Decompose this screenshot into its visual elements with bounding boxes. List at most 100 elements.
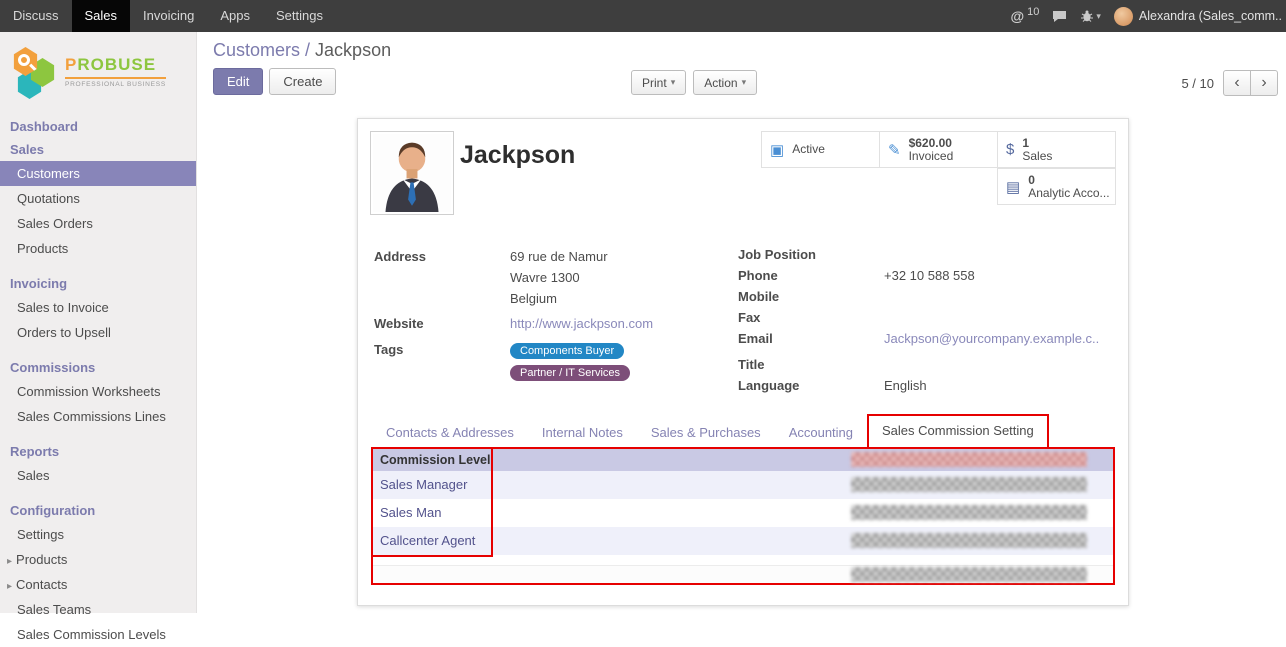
person-avatar-image [373,134,451,212]
menu-discuss[interactable]: Discuss [0,0,72,32]
mention-count: 10 [1027,6,1039,18]
redacted-cell [851,567,1087,582]
redacted-cell [851,533,1087,548]
sidebar-section-sales[interactable]: Sales [0,138,196,161]
probuse-logo: PROBUSE PROFESSIONAL BUSINESS [0,32,196,107]
action-dropdown-button[interactable]: Action▾ [693,70,757,95]
breadcrumb-customers-link[interactable]: Customers [213,40,300,60]
right-field-group: Job Position Phone +32 10 588 558 Mobile… [738,247,1116,399]
menu-settings[interactable]: Settings [263,0,336,32]
create-button[interactable]: Create [269,68,336,95]
redacted-cell [851,505,1087,520]
stat-buttons: ▣ Active ✎ $620.00Invoiced $ 1Sales ▤ 0A… [758,131,1116,205]
address-country: Belgium [510,291,608,306]
address-city: Wavre 1300 [510,270,608,285]
stat-label: Sales [1022,150,1052,163]
pager-buttons: ‹ › [1223,70,1278,96]
table-footer-row [373,565,1113,583]
email-link[interactable]: Jackpson@yourcompany.example.c.. [884,331,1099,348]
language-field: Language English [738,378,1116,395]
sidebar-section-invoicing[interactable]: Invoicing [0,272,196,295]
sidebar-item-commission-worksheets[interactable]: Commission Worksheets [0,379,196,404]
print-label: Print [642,76,667,90]
table-row-sales-manager[interactable]: Sales Manager [373,471,1113,499]
customer-photo[interactable] [370,131,454,215]
email-field: Email Jackpson@yourcompany.example.c.. [738,331,1116,348]
sidebar-section-configuration[interactable]: Configuration [0,499,196,522]
menu-sales[interactable]: Sales [72,0,131,32]
address-field: Address 69 rue de Namur Wavre 1300 Belgi… [374,249,722,312]
address-label: Address [374,249,510,312]
mobile-field: Mobile [738,289,1116,306]
sales-stat-button[interactable]: $ 1Sales [997,131,1116,168]
title-field: Title [738,357,1116,374]
breadcrumb-current: Jackpson [315,40,391,60]
tab-sales-commission-setting[interactable]: Sales Commission Setting [867,414,1049,449]
sidebar-item-config-contacts[interactable]: ▸Contacts [0,572,196,597]
mentions-counter[interactable]: @ 10 [1010,8,1039,24]
messages-icon[interactable] [1052,10,1067,23]
redacted-cell [851,477,1087,492]
sidebar-item-sales-commissions-lines[interactable]: Sales Commissions Lines [0,404,196,429]
language-label: Language [738,378,884,395]
menu-invoicing[interactable]: Invoicing [130,0,207,32]
sidebar-item-sales-teams[interactable]: Sales Teams [0,597,196,622]
sidebar-item-config-products[interactable]: ▸Products [0,547,196,572]
website-link[interactable]: http://www.jackpson.com [510,316,653,333]
tab-accounting[interactable]: Accounting [775,417,867,448]
sidebar-item-products[interactable]: Products [0,236,196,261]
pager-next-button[interactable]: › [1250,70,1278,96]
customer-name-title: Jackpson [460,141,575,170]
logo-wordmark: PROBUSE [65,56,166,74]
caret-down-icon: ▾ [742,77,747,88]
debug-icon[interactable]: ▾ [1080,10,1101,22]
fax-label: Fax [738,310,884,327]
sidebar-item-sales-orders[interactable]: Sales Orders [0,211,196,236]
tag-partner-it-services[interactable]: Partner / IT Services [510,365,630,381]
tag-components-buyer[interactable]: Components Buyer [510,343,624,359]
menu-apps[interactable]: Apps [207,0,263,32]
tab-sales-purchases[interactable]: Sales & Purchases [637,417,775,448]
tab-internal-notes[interactable]: Internal Notes [528,417,637,448]
user-avatar [1114,7,1133,26]
caret-down-icon: ▾ [1096,11,1101,22]
address-street: 69 rue de Namur [510,249,608,264]
phone-label: Phone [738,268,884,285]
phone-value: +32 10 588 558 [884,268,975,285]
form-buttons: Edit Create [213,68,336,95]
tab-contacts-addresses[interactable]: Contacts & Addresses [372,417,528,448]
sidebar-item-reports-sales[interactable]: Sales [0,463,196,488]
invoiced-stat-button[interactable]: ✎ $620.00Invoiced [879,131,998,168]
logo-text: PROBUSE PROFESSIONAL BUSINESS [65,56,166,89]
table-empty-row [373,555,1113,565]
main-content: Customers/Jackpson Edit Create Print▾ Ac… [198,32,1286,613]
pager-previous-button[interactable]: ‹ [1223,70,1251,96]
top-navbar: Discuss Sales Invoicing Apps Settings @ … [0,0,1286,32]
user-menu[interactable]: Alexandra (Sales_comm.. [1114,7,1282,26]
email-label: Email [738,331,884,348]
sidebar-section-dashboard[interactable]: Dashboard [0,115,196,138]
print-dropdown-button[interactable]: Print ▾ [631,70,686,95]
sidebar-item-label: Contacts [16,577,67,592]
caret-down-icon: ▾ [671,77,676,88]
sidebar-item-sales-commission-levels[interactable]: Sales Commission Levels [0,622,196,647]
analytic-accounts-stat-button[interactable]: ▤ 0Analytic Acco... [997,168,1116,205]
edit-button[interactable]: Edit [213,68,263,95]
job-position-field: Job Position [738,247,1116,264]
title-label: Title [738,357,884,374]
table-row-sales-man[interactable]: Sales Man [373,499,1113,527]
sidebar-item-customers[interactable]: Customers [0,161,196,186]
sidebar-section-reports[interactable]: Reports [0,440,196,463]
active-stat-button[interactable]: ▣ Active [761,131,880,168]
sidebar-item-settings[interactable]: Settings [0,522,196,547]
probuse-logo-icon [12,45,58,99]
at-mention-icon: @ [1010,8,1024,24]
table-row-callcenter-agent[interactable]: Callcenter Agent [373,527,1113,555]
sidebar-item-sales-to-invoice[interactable]: Sales to Invoice [0,295,196,320]
sidebar-item-orders-to-upsell[interactable]: Orders to Upsell [0,320,196,345]
sidebar-section-commissions[interactable]: Commissions [0,356,196,379]
sidebar-item-quotations[interactable]: Quotations [0,186,196,211]
action-dropdowns: Print ▾ Action▾ [631,70,757,95]
stat-value: $620.00 [909,137,954,150]
stat-value: 0 [1028,174,1109,187]
